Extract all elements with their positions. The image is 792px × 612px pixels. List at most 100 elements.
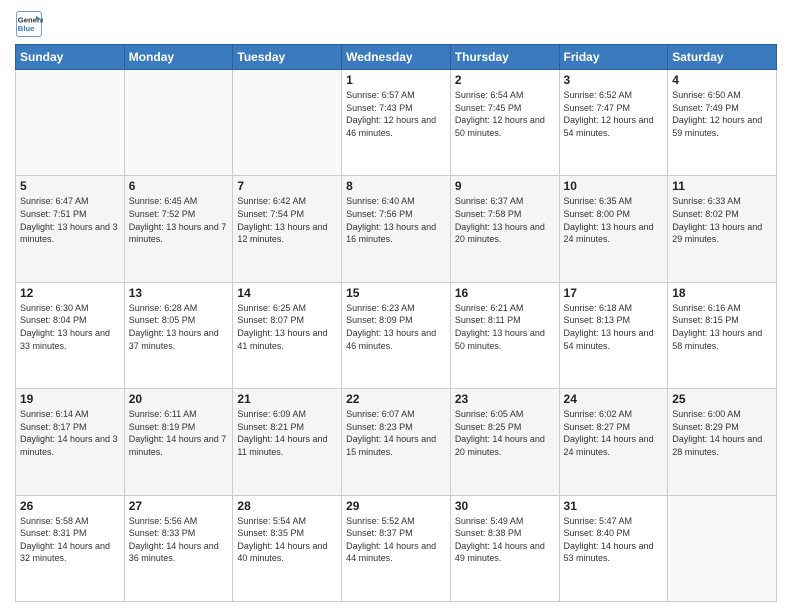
calendar-day-cell: 22 Sunrise: 6:07 AM Sunset: 8:23 PM Dayli… xyxy=(342,389,451,495)
calendar-day-cell: 5 Sunrise: 6:47 AM Sunset: 7:51 PM Daylig… xyxy=(16,176,125,282)
calendar-day-cell: 20 Sunrise: 6:11 AM Sunset: 8:19 PM Dayli… xyxy=(124,389,233,495)
day-info: Sunrise: 5:54 AM Sunset: 8:35 PM Dayligh… xyxy=(237,515,337,565)
header: General Blue xyxy=(15,10,777,38)
calendar-day-cell: 11Sunrise: 6:33 AM Sunset: 8:02 PM Dayli… xyxy=(668,176,777,282)
logo: General Blue xyxy=(15,10,43,38)
day-number: 5 xyxy=(20,179,120,193)
day-info: Sunrise: 6:37 AM Sunset: 7:58 PM Dayligh… xyxy=(455,195,555,245)
day-info: Sunrise: 6:18 AM Sunset: 8:13 PM Dayligh… xyxy=(564,302,664,352)
calendar-day-cell: 25 Sunrise: 6:00 AM Sunset: 8:29 PM Dayli… xyxy=(668,389,777,495)
day-number: 17 xyxy=(564,286,664,300)
calendar-day-cell: 26Sunrise: 5:58 AM Sunset: 8:31 PM Dayli… xyxy=(16,495,125,601)
calendar-day-cell: 2 Sunrise: 6:54 AM Sunset: 7:45 PM Daylig… xyxy=(450,70,559,176)
calendar-table: SundayMondayTuesdayWednesdayThursdayFrid… xyxy=(15,44,777,602)
calendar-day-cell: 14 Sunrise: 6:25 AM Sunset: 8:07 PM Dayli… xyxy=(233,282,342,388)
day-info: Sunrise: 5:52 AM Sunset: 8:37 PM Dayligh… xyxy=(346,515,446,565)
day-info: Sunrise: 6:33 AM Sunset: 8:02 PM Dayligh… xyxy=(672,195,772,245)
calendar-week-row: 5 Sunrise: 6:47 AM Sunset: 7:51 PM Daylig… xyxy=(16,176,777,282)
day-number: 8 xyxy=(346,179,446,193)
calendar-header-row: SundayMondayTuesdayWednesdayThursdayFrid… xyxy=(16,45,777,70)
weekday-header: Wednesday xyxy=(342,45,451,70)
calendar-week-row: 12Sunrise: 6:30 AM Sunset: 8:04 PM Dayli… xyxy=(16,282,777,388)
calendar-day-cell: 17 Sunrise: 6:18 AM Sunset: 8:13 PM Dayli… xyxy=(559,282,668,388)
day-info: Sunrise: 6:16 AM Sunset: 8:15 PM Dayligh… xyxy=(672,302,772,352)
day-number: 1 xyxy=(346,73,446,87)
day-number: 24 xyxy=(564,392,664,406)
day-number: 16 xyxy=(455,286,555,300)
calendar-day-cell: 15 Sunrise: 6:23 AM Sunset: 8:09 PM Dayli… xyxy=(342,282,451,388)
calendar-week-row: 26Sunrise: 5:58 AM Sunset: 8:31 PM Dayli… xyxy=(16,495,777,601)
calendar-day-cell xyxy=(233,70,342,176)
day-number: 27 xyxy=(129,499,229,513)
calendar-day-cell: 19 Sunrise: 6:14 AM Sunset: 8:17 PM Dayli… xyxy=(16,389,125,495)
calendar-week-row: 1Sunrise: 6:57 AM Sunset: 7:43 PM Daylig… xyxy=(16,70,777,176)
day-number: 30 xyxy=(455,499,555,513)
calendar-week-row: 19 Sunrise: 6:14 AM Sunset: 8:17 PM Dayli… xyxy=(16,389,777,495)
day-info: Sunrise: 6:11 AM Sunset: 8:19 PM Dayligh… xyxy=(129,408,229,458)
day-info: Sunrise: 6:45 AM Sunset: 7:52 PM Dayligh… xyxy=(129,195,229,245)
day-number: 28 xyxy=(237,499,337,513)
day-number: 13 xyxy=(129,286,229,300)
day-info: Sunrise: 5:58 AM Sunset: 8:31 PM Dayligh… xyxy=(20,515,120,565)
day-info: Sunrise: 6:09 AM Sunset: 8:21 PM Dayligh… xyxy=(237,408,337,458)
weekday-header: Thursday xyxy=(450,45,559,70)
day-info: Sunrise: 6:23 AM Sunset: 8:09 PM Dayligh… xyxy=(346,302,446,352)
calendar-day-cell: 8 Sunrise: 6:40 AM Sunset: 7:56 PM Daylig… xyxy=(342,176,451,282)
day-number: 29 xyxy=(346,499,446,513)
day-info: Sunrise: 6:00 AM Sunset: 8:29 PM Dayligh… xyxy=(672,408,772,458)
calendar-day-cell: 23 Sunrise: 6:05 AM Sunset: 8:25 PM Dayli… xyxy=(450,389,559,495)
day-info: Sunrise: 6:07 AM Sunset: 8:23 PM Dayligh… xyxy=(346,408,446,458)
day-number: 4 xyxy=(672,73,772,87)
day-info: Sunrise: 5:56 AM Sunset: 8:33 PM Dayligh… xyxy=(129,515,229,565)
calendar-day-cell: 24 Sunrise: 6:02 AM Sunset: 8:27 PM Dayli… xyxy=(559,389,668,495)
calendar-day-cell: 10 Sunrise: 6:35 AM Sunset: 8:00 PM Dayli… xyxy=(559,176,668,282)
calendar-day-cell: 9Sunrise: 6:37 AM Sunset: 7:58 PM Daylig… xyxy=(450,176,559,282)
day-number: 3 xyxy=(564,73,664,87)
day-info: Sunrise: 5:47 AM Sunset: 8:40 PM Dayligh… xyxy=(564,515,664,565)
day-info: Sunrise: 6:14 AM Sunset: 8:17 PM Dayligh… xyxy=(20,408,120,458)
day-info: Sunrise: 6:28 AM Sunset: 8:05 PM Dayligh… xyxy=(129,302,229,352)
page: General Blue SundayMondayTuesdayWednesda… xyxy=(0,0,792,612)
day-number: 25 xyxy=(672,392,772,406)
svg-text:Blue: Blue xyxy=(18,24,35,33)
day-number: 21 xyxy=(237,392,337,406)
weekday-header: Sunday xyxy=(16,45,125,70)
day-number: 31 xyxy=(564,499,664,513)
day-info: Sunrise: 6:47 AM Sunset: 7:51 PM Dayligh… xyxy=(20,195,120,245)
day-number: 10 xyxy=(564,179,664,193)
day-info: Sunrise: 6:40 AM Sunset: 7:56 PM Dayligh… xyxy=(346,195,446,245)
weekday-header: Monday xyxy=(124,45,233,70)
calendar-day-cell: 21 Sunrise: 6:09 AM Sunset: 8:21 PM Dayli… xyxy=(233,389,342,495)
day-number: 19 xyxy=(20,392,120,406)
calendar-day-cell: 7Sunrise: 6:42 AM Sunset: 7:54 PM Daylig… xyxy=(233,176,342,282)
day-number: 20 xyxy=(129,392,229,406)
day-number: 2 xyxy=(455,73,555,87)
calendar-day-cell xyxy=(124,70,233,176)
day-number: 12 xyxy=(20,286,120,300)
day-number: 6 xyxy=(129,179,229,193)
day-number: 22 xyxy=(346,392,446,406)
day-info: Sunrise: 6:54 AM Sunset: 7:45 PM Dayligh… xyxy=(455,89,555,139)
calendar-day-cell: 18Sunrise: 6:16 AM Sunset: 8:15 PM Dayli… xyxy=(668,282,777,388)
day-info: Sunrise: 6:25 AM Sunset: 8:07 PM Dayligh… xyxy=(237,302,337,352)
calendar-day-cell xyxy=(668,495,777,601)
calendar-day-cell: 3 Sunrise: 6:52 AM Sunset: 7:47 PM Daylig… xyxy=(559,70,668,176)
day-info: Sunrise: 6:02 AM Sunset: 8:27 PM Dayligh… xyxy=(564,408,664,458)
weekday-header: Friday xyxy=(559,45,668,70)
day-number: 15 xyxy=(346,286,446,300)
calendar-day-cell: 4 Sunrise: 6:50 AM Sunset: 7:49 PM Daylig… xyxy=(668,70,777,176)
day-number: 14 xyxy=(237,286,337,300)
calendar-day-cell: 27 Sunrise: 5:56 AM Sunset: 8:33 PM Dayli… xyxy=(124,495,233,601)
day-info: Sunrise: 6:52 AM Sunset: 7:47 PM Dayligh… xyxy=(564,89,664,139)
logo-icon: General Blue xyxy=(15,10,43,38)
calendar-day-cell: 12Sunrise: 6:30 AM Sunset: 8:04 PM Dayli… xyxy=(16,282,125,388)
weekday-header: Tuesday xyxy=(233,45,342,70)
day-number: 7 xyxy=(237,179,337,193)
day-number: 23 xyxy=(455,392,555,406)
day-info: Sunrise: 6:50 AM Sunset: 7:49 PM Dayligh… xyxy=(672,89,772,139)
day-info: Sunrise: 6:35 AM Sunset: 8:00 PM Dayligh… xyxy=(564,195,664,245)
calendar-day-cell: 13 Sunrise: 6:28 AM Sunset: 8:05 PM Dayli… xyxy=(124,282,233,388)
calendar-day-cell: 30Sunrise: 5:49 AM Sunset: 8:38 PM Dayli… xyxy=(450,495,559,601)
day-info: Sunrise: 6:05 AM Sunset: 8:25 PM Dayligh… xyxy=(455,408,555,458)
calendar-day-cell: 29 Sunrise: 5:52 AM Sunset: 8:37 PM Dayli… xyxy=(342,495,451,601)
